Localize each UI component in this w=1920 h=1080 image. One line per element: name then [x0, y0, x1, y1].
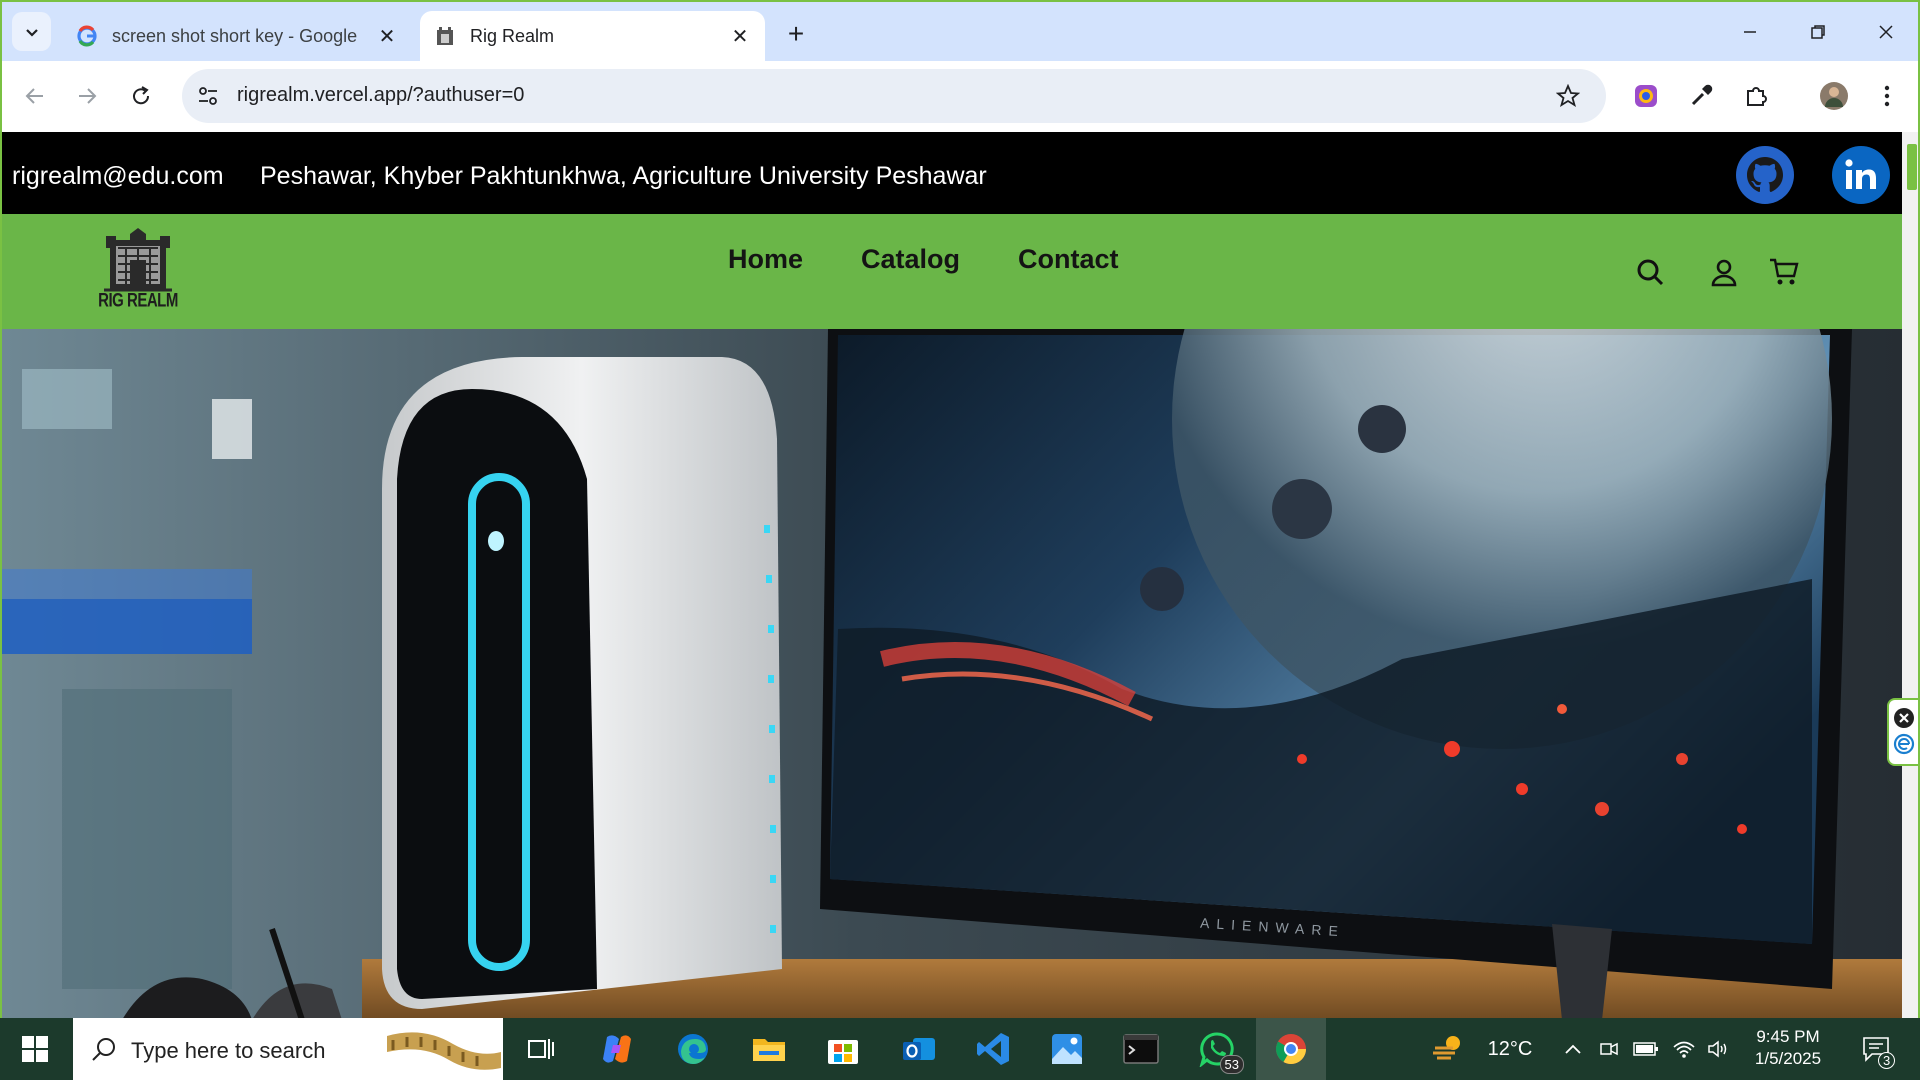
browser-toolbar: rigrealm.vercel.app/?authuser=0 — [2, 61, 1918, 132]
linkedin-icon[interactable] — [1832, 146, 1890, 204]
windows-logo-icon — [22, 1036, 48, 1062]
tab-title: screen shot short key - Google — [112, 25, 358, 46]
taskbar-clock[interactable]: 9:45 PM 1/5/2025 — [1738, 1026, 1838, 1070]
windows-start-button[interactable] — [0, 1018, 70, 1080]
photos-icon[interactable] — [1032, 1018, 1102, 1080]
close-window-button[interactable] — [1852, 2, 1918, 61]
arrow-right-icon — [79, 88, 97, 104]
restore-button[interactable] — [1784, 2, 1852, 61]
reload-button[interactable] — [122, 77, 160, 115]
google-icon — [77, 25, 97, 47]
url-text: rigrealm.vercel.app/?authuser=0 — [237, 84, 525, 106]
notification-center-icon[interactable]: 3 — [1852, 1018, 1900, 1080]
extension-color-icon[interactable] — [1628, 78, 1664, 114]
address-bar[interactable]: rigrealm.vercel.app/?authuser=0 — [182, 69, 1606, 123]
extensions-puzzle-icon[interactable] — [1738, 78, 1774, 114]
nav-home[interactable]: Home — [728, 244, 803, 275]
search-highlight-graphic — [387, 1032, 501, 1070]
contact-email[interactable]: rigrealm@edu.com — [12, 162, 224, 191]
back-button[interactable] — [16, 77, 54, 115]
minimize-button[interactable] — [1716, 2, 1784, 61]
github-icon[interactable] — [1736, 146, 1794, 204]
tab-search-button[interactable] — [12, 12, 51, 51]
minimize-icon — [1744, 30, 1756, 33]
browser-menu-icon[interactable] — [1869, 78, 1905, 114]
arrow-left-icon — [25, 88, 43, 104]
notification-badge: 3 — [1878, 1052, 1896, 1069]
task-view-icon[interactable] — [506, 1018, 576, 1080]
eyedropper-icon[interactable] — [1683, 78, 1719, 114]
page-scrollbar[interactable] — [1902, 132, 1918, 1018]
whatsapp-badge: 53 — [1219, 1055, 1244, 1074]
terminal-icon[interactable] — [1106, 1018, 1176, 1080]
weather-temperature[interactable]: 12°C — [1480, 1018, 1540, 1080]
main-navigation: RIG REALM Home Catalog Contact — [2, 214, 1902, 329]
reload-icon — [133, 86, 150, 105]
clock-date: 1/5/2025 — [1754, 1049, 1822, 1068]
profile-avatar[interactable] — [1816, 78, 1852, 114]
vscode-icon[interactable] — [958, 1018, 1028, 1080]
search-icon — [92, 1038, 115, 1061]
battery-icon[interactable] — [1632, 1018, 1660, 1080]
nav-links: Home Catalog Contact — [728, 244, 1119, 275]
rig-realm-logo[interactable]: RIG REALM — [98, 226, 178, 316]
logo-text: RIG REALM — [98, 289, 178, 312]
chevron-down-icon — [25, 28, 38, 37]
taskbar-search-box[interactable]: Type here to search — [73, 1018, 503, 1080]
web-page: rigrealm@edu.com Peshawar, Khyber Pakhtu… — [2, 132, 1902, 1018]
microsoft-store-icon[interactable] — [808, 1018, 878, 1080]
rig-realm-favicon-icon — [437, 27, 453, 45]
windows-taskbar: Type here to search 53 12°C 9:45 PM 1/5/… — [0, 1018, 1920, 1080]
scrollbar-thumb[interactable] — [1907, 144, 1917, 190]
contact-bar: rigrealm@edu.com Peshawar, Khyber Pakhtu… — [2, 132, 1902, 214]
close-icon — [1879, 24, 1893, 39]
browser-window: screen shot short key - Google ✕ Rig Rea… — [0, 0, 1920, 1018]
search-placeholder: Type here to search — [131, 1038, 326, 1063]
close-icon[interactable]: ✕ — [727, 23, 753, 49]
side-widget[interactable] — [1887, 698, 1918, 766]
new-tab-button[interactable]: + — [780, 18, 812, 50]
chrome-icon[interactable] — [1256, 1018, 1326, 1080]
show-hidden-icons-icon[interactable] — [1560, 1018, 1586, 1080]
copilot-icon[interactable] — [582, 1018, 652, 1080]
meet-now-icon[interactable] — [1596, 1018, 1622, 1080]
wifi-icon[interactable] — [1670, 1018, 1698, 1080]
user-icon[interactable] — [1706, 254, 1742, 290]
tab-rig-realm[interactable]: Rig Realm ✕ — [420, 11, 765, 61]
site-info-icon — [199, 87, 217, 105]
clock-time: 9:45 PM — [1756, 1027, 1820, 1046]
weather-icon[interactable] — [1428, 1018, 1468, 1080]
nav-contact[interactable]: Contact — [1018, 244, 1119, 275]
whatsapp-icon[interactable]: 53 — [1182, 1018, 1252, 1080]
tab-google-search[interactable]: screen shot short key - Google ✕ — [62, 11, 412, 61]
restore-icon — [1811, 24, 1825, 39]
cart-icon[interactable] — [1766, 254, 1802, 290]
bookmark-star-icon[interactable] — [1556, 84, 1580, 108]
nav-catalog[interactable]: Catalog — [861, 244, 960, 275]
tab-title: Rig Realm — [470, 25, 555, 46]
edge-icon[interactable] — [658, 1018, 728, 1080]
outlook-icon[interactable] — [884, 1018, 954, 1080]
forward-button[interactable] — [68, 77, 106, 115]
contact-address: Peshawar, Khyber Pakhtunkhwa, Agricultur… — [260, 162, 987, 190]
search-icon[interactable] — [1632, 254, 1668, 290]
hero-image: ALIENWARE — [2, 329, 1902, 1018]
tab-strip: screen shot short key - Google ✕ Rig Rea… — [2, 2, 1918, 61]
gaming-setup-photo — [2, 329, 1902, 1018]
file-explorer-icon[interactable] — [734, 1018, 804, 1080]
volume-icon[interactable] — [1704, 1018, 1732, 1080]
close-icon[interactable]: ✕ — [374, 23, 400, 49]
